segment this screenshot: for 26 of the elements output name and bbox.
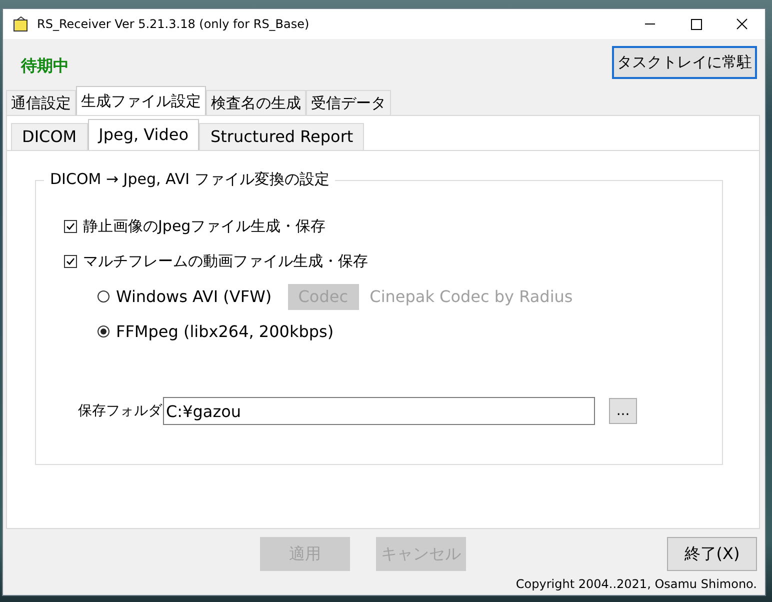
folder-field[interactable]: C:¥gazou xyxy=(163,397,595,425)
tab[interactable]: 生成ファイル設定 xyxy=(76,86,206,115)
status-text: 待期中 xyxy=(21,56,69,76)
checkbox[interactable] xyxy=(64,255,77,268)
tray-button[interactable]: タスクトレイに常駐 xyxy=(612,46,757,78)
tab[interactable]: Jpeg, Video xyxy=(88,119,200,150)
checkbox-label: 静止画像のJpegファイル生成・保存 xyxy=(83,217,326,236)
tab[interactable]: 受信データ xyxy=(306,90,391,115)
tab[interactable]: 通信設定 xyxy=(6,90,76,115)
checkbox-label: マルチフレームの動画ファイル生成・保存 xyxy=(83,252,368,271)
folder-label: 保存フォルダ xyxy=(78,402,162,420)
tab[interactable]: Structured Report xyxy=(199,123,364,150)
browse-button[interactable]: ... xyxy=(609,398,637,424)
group-title: DICOM → Jpeg, AVI ファイル変換の設定 xyxy=(44,170,336,189)
radio-label: FFMpeg (libx264, 200kbps) xyxy=(116,322,334,341)
tab[interactable]: DICOM xyxy=(11,123,88,150)
codec-name: Cinepak Codec by Radius xyxy=(370,287,573,306)
tab[interactable]: 検査名の生成 xyxy=(206,90,306,115)
app-icon xyxy=(13,16,29,32)
dialog-button[interactable]: 終了(X) xyxy=(667,537,757,571)
radio-label: Windows AVI (VFW) xyxy=(116,287,272,306)
radio-button[interactable] xyxy=(97,290,110,303)
window-title: RS_Receiver Ver 5.21.3.18 (only for RS_Base) xyxy=(37,17,310,31)
checkbox[interactable] xyxy=(64,220,77,233)
copyright-text: Copyright 2004..2021, Osamu Shimono. xyxy=(514,576,758,593)
radio-button[interactable] xyxy=(97,325,110,338)
